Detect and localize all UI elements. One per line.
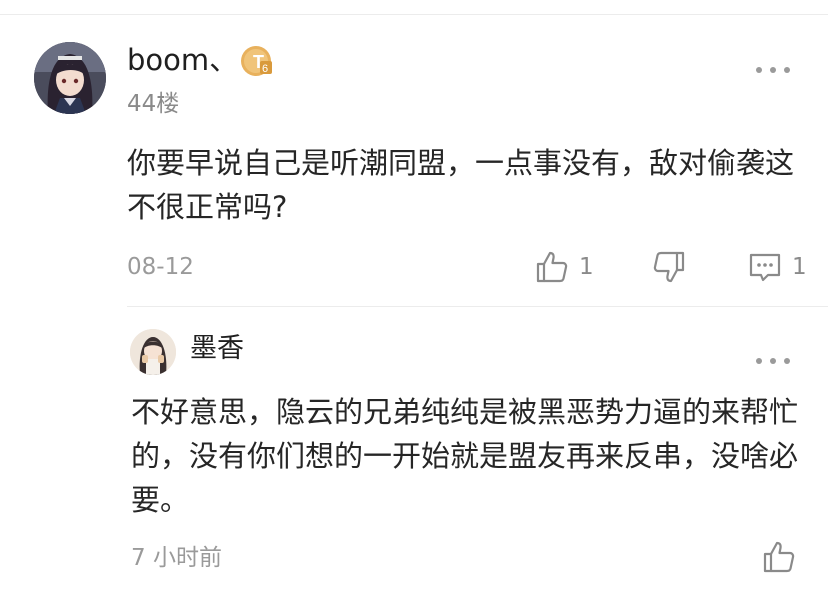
thumbs-up-icon bbox=[763, 541, 795, 573]
level-badge-icon: T 6 bbox=[241, 46, 272, 76]
reply-time: 7 小时前 bbox=[131, 545, 222, 571]
username[interactable]: boom、 bbox=[127, 42, 238, 78]
like-button[interactable]: 1 bbox=[535, 250, 594, 284]
reply-like-button[interactable] bbox=[762, 540, 796, 574]
reply-more-options-button[interactable] bbox=[756, 356, 790, 366]
more-dot bbox=[756, 67, 762, 73]
svg-text:6: 6 bbox=[262, 63, 268, 75]
avatar[interactable] bbox=[34, 42, 106, 114]
reply-avatar[interactable] bbox=[130, 329, 176, 375]
divider bbox=[127, 306, 828, 307]
comment-bubble-icon bbox=[749, 253, 781, 282]
comment-count: 1 bbox=[792, 254, 807, 280]
avatar-image bbox=[34, 42, 106, 114]
comment-date: 08-12 bbox=[127, 254, 194, 280]
more-dot bbox=[784, 67, 790, 73]
reply-username[interactable]: 墨香 bbox=[190, 332, 244, 366]
more-dot bbox=[770, 67, 776, 73]
reply-avatar-image bbox=[130, 329, 176, 375]
comment-thread: boom、 T 6 44楼 你要早说自己是听潮同盟，一点事没有，敌对偷袭这不很正… bbox=[0, 0, 828, 592]
comment-text: 你要早说自己是听潮同盟，一点事没有，敌对偷袭这不很正常吗? bbox=[127, 146, 795, 224]
top-divider bbox=[0, 14, 828, 15]
floor-number: 44楼 bbox=[127, 91, 180, 117]
more-dot bbox=[784, 358, 790, 364]
thumbs-down-icon bbox=[653, 251, 685, 283]
more-options-button[interactable] bbox=[756, 65, 790, 75]
reply-button[interactable]: 1 bbox=[748, 252, 807, 282]
level-badge: T 6 bbox=[240, 44, 274, 78]
thumbs-up-icon bbox=[536, 251, 568, 283]
more-dot bbox=[756, 358, 762, 364]
reply-text: 不好意思，隐云的兄弟纯纯是被黑恶势力逼的来帮忙的，没有你们想的一开始就是盟友再来… bbox=[131, 395, 799, 517]
more-dot bbox=[770, 358, 776, 364]
dislike-button[interactable] bbox=[652, 250, 686, 284]
like-count: 1 bbox=[579, 254, 594, 280]
